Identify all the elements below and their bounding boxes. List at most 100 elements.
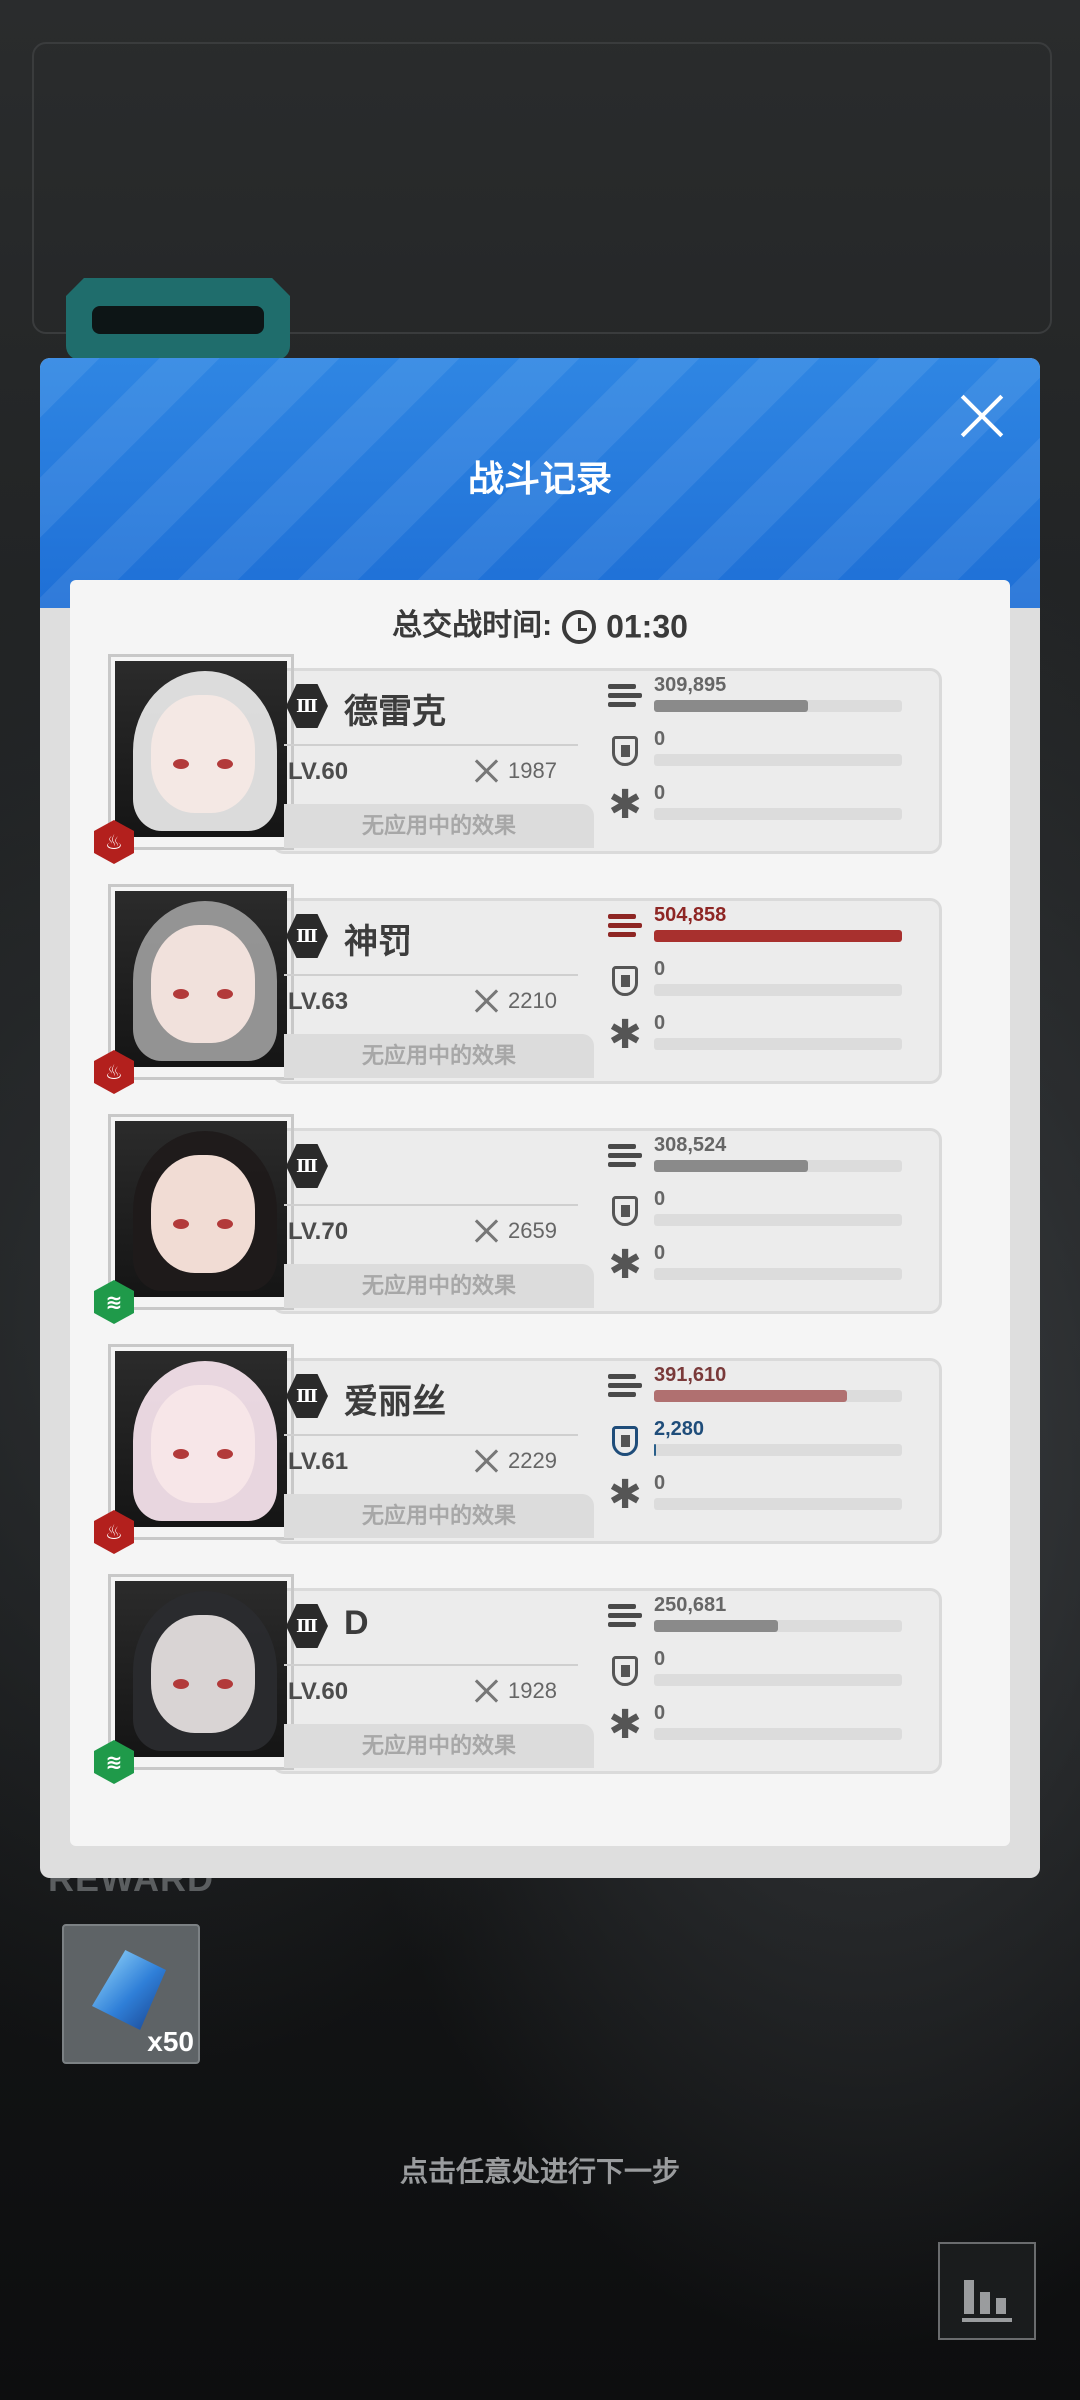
character-row[interactable]: ♨ Ⅲ 爱丽丝 LV.61 2229 无应用中的效果 391,610 2,280 ✱ 0 bbox=[94, 1344, 968, 1554]
damage-stat: 309,895 bbox=[608, 674, 928, 720]
character-level: LV.63 bbox=[288, 988, 349, 1015]
portrait-art bbox=[115, 661, 287, 843]
damage-bar-fill bbox=[654, 1390, 848, 1402]
heal-bar bbox=[654, 1728, 902, 1740]
damage-value: 250,681 bbox=[654, 1594, 727, 1616]
portrait-art bbox=[115, 891, 287, 1073]
damage-bar-fill bbox=[654, 1160, 808, 1172]
damage-value: 308,524 bbox=[654, 1134, 727, 1156]
battle-time: 总交战时间: 01:30 bbox=[70, 600, 1010, 646]
portrait-art bbox=[115, 1351, 287, 1533]
character-name: 德雷克 bbox=[344, 693, 446, 731]
asterisk-icon: ✱ bbox=[608, 783, 642, 827]
character-row[interactable]: ♨ Ⅲ 德雷克 LV.60 1987 无应用中的效果 309,895 0 ✱ 0 bbox=[94, 654, 968, 864]
effect-status: 无应用中的效果 bbox=[284, 1264, 594, 1308]
combat-power: 1987 bbox=[508, 758, 557, 783]
portrait-base bbox=[111, 1067, 291, 1077]
shield-icon bbox=[612, 1426, 638, 1456]
shield-bar bbox=[654, 1444, 902, 1456]
portrait-eyes bbox=[173, 1219, 233, 1229]
character-portrait[interactable] bbox=[108, 884, 294, 1080]
shield-icon bbox=[612, 1196, 638, 1226]
damage-bar bbox=[654, 1160, 902, 1172]
character-level: LV.61 bbox=[288, 1448, 349, 1475]
asterisk-icon: ✱ bbox=[608, 1243, 642, 1287]
heal-bar bbox=[654, 1498, 902, 1510]
shield-stat: 0 bbox=[608, 1648, 928, 1694]
crossed-swords-icon bbox=[472, 1446, 502, 1476]
crystal-icon bbox=[92, 1950, 166, 2030]
combat-power: 2229 bbox=[508, 1448, 557, 1473]
damage-stat: 250,681 bbox=[608, 1594, 928, 1640]
damage-stat: 504,858 bbox=[608, 904, 928, 950]
combat-power: 2210 bbox=[508, 988, 557, 1013]
portrait-eyes bbox=[173, 989, 233, 999]
portrait-base bbox=[111, 1757, 291, 1767]
heal-value: 0 bbox=[654, 1702, 666, 1724]
shield-value: 0 bbox=[654, 728, 666, 750]
character-row[interactable]: ♨ Ⅲ 神罚 LV.63 2210 无应用中的效果 504,858 0 ✱ 0 bbox=[94, 884, 968, 1094]
heal-value: 0 bbox=[654, 782, 666, 804]
portrait-eyes bbox=[173, 1679, 233, 1689]
modal-title: 战斗记录 bbox=[467, 458, 612, 499]
heal-stat: ✱ 0 bbox=[608, 1472, 928, 1518]
shield-value: 0 bbox=[654, 1188, 666, 1210]
heal-value: 0 bbox=[654, 1242, 666, 1264]
bullets-icon bbox=[608, 682, 642, 712]
portrait-base bbox=[111, 1297, 291, 1307]
character-name: 神罚 bbox=[344, 923, 412, 961]
character-name: D bbox=[344, 1604, 369, 1642]
character-portrait[interactable] bbox=[108, 1344, 294, 1540]
continue-hint[interactable]: 点击任意处进行下一步 bbox=[0, 2150, 1080, 2190]
name-divider bbox=[284, 744, 578, 746]
portrait-face bbox=[151, 1155, 255, 1273]
damage-bar bbox=[654, 1620, 902, 1632]
heal-stat: ✱ 0 bbox=[608, 1702, 928, 1748]
shield-bar-fill bbox=[654, 1444, 657, 1456]
asterisk-icon: ✱ bbox=[608, 1013, 642, 1057]
character-level: LV.70 bbox=[288, 1218, 349, 1245]
reward-item[interactable]: x50 bbox=[62, 1924, 200, 2064]
shield-icon bbox=[612, 966, 638, 996]
character-portrait[interactable] bbox=[108, 1574, 294, 1770]
stats-button[interactable] bbox=[938, 2242, 1036, 2340]
bar-chart-icon bbox=[964, 2280, 974, 2314]
record-card: 总交战时间: 01:30 ♨ Ⅲ 德雷克 LV.60 1987 无应用中的效果 309,895… bbox=[70, 580, 1010, 1846]
character-portrait[interactable] bbox=[108, 654, 294, 850]
shield-icon bbox=[612, 736, 638, 766]
background-tab bbox=[66, 278, 290, 360]
shield-bar bbox=[654, 1214, 902, 1226]
character-row[interactable]: ≋ Ⅲ D LV.60 1928 无应用中的效果 250,681 0 ✱ 0 bbox=[94, 1574, 968, 1784]
character-portrait[interactable] bbox=[108, 1114, 294, 1310]
portrait-face bbox=[151, 1615, 255, 1733]
asterisk-icon: ✱ bbox=[608, 1473, 642, 1517]
battle-time-label: 总交战时间: bbox=[392, 609, 553, 642]
portrait-base bbox=[111, 837, 291, 847]
character-row[interactable]: ≋ Ⅲ LV.70 2659 无应用中的效果 308,524 0 ✱ 0 bbox=[94, 1114, 968, 1324]
close-icon[interactable] bbox=[958, 392, 1006, 440]
shield-icon bbox=[612, 1656, 638, 1686]
portrait-face bbox=[151, 925, 255, 1043]
damage-bar bbox=[654, 700, 902, 712]
crossed-swords-icon bbox=[472, 986, 502, 1016]
portrait-face bbox=[151, 1385, 255, 1503]
clock-icon bbox=[562, 610, 597, 645]
name-divider bbox=[284, 1664, 578, 1666]
portrait-art bbox=[115, 1581, 287, 1763]
shield-value: 0 bbox=[654, 1648, 666, 1670]
bullets-icon bbox=[608, 912, 642, 942]
effect-status: 无应用中的效果 bbox=[284, 1034, 594, 1078]
portrait-eyes bbox=[173, 759, 233, 769]
damage-bar-fill bbox=[654, 930, 902, 942]
portrait-base bbox=[111, 1527, 291, 1537]
damage-value: 504,858 bbox=[654, 904, 727, 926]
name-divider bbox=[284, 1434, 578, 1436]
character-level: LV.60 bbox=[288, 1678, 349, 1705]
portrait-art bbox=[115, 1121, 287, 1303]
heal-bar bbox=[654, 808, 902, 820]
heal-stat: ✱ 0 bbox=[608, 1242, 928, 1288]
battle-record-modal: 战斗记录 总交战时间: 01:30 ♨ Ⅲ 德雷克 LV.60 1987 无应用中的效果 30… bbox=[40, 358, 1040, 1878]
heal-value: 0 bbox=[654, 1472, 666, 1494]
crossed-swords-icon bbox=[472, 1676, 502, 1706]
damage-bar bbox=[654, 930, 902, 942]
